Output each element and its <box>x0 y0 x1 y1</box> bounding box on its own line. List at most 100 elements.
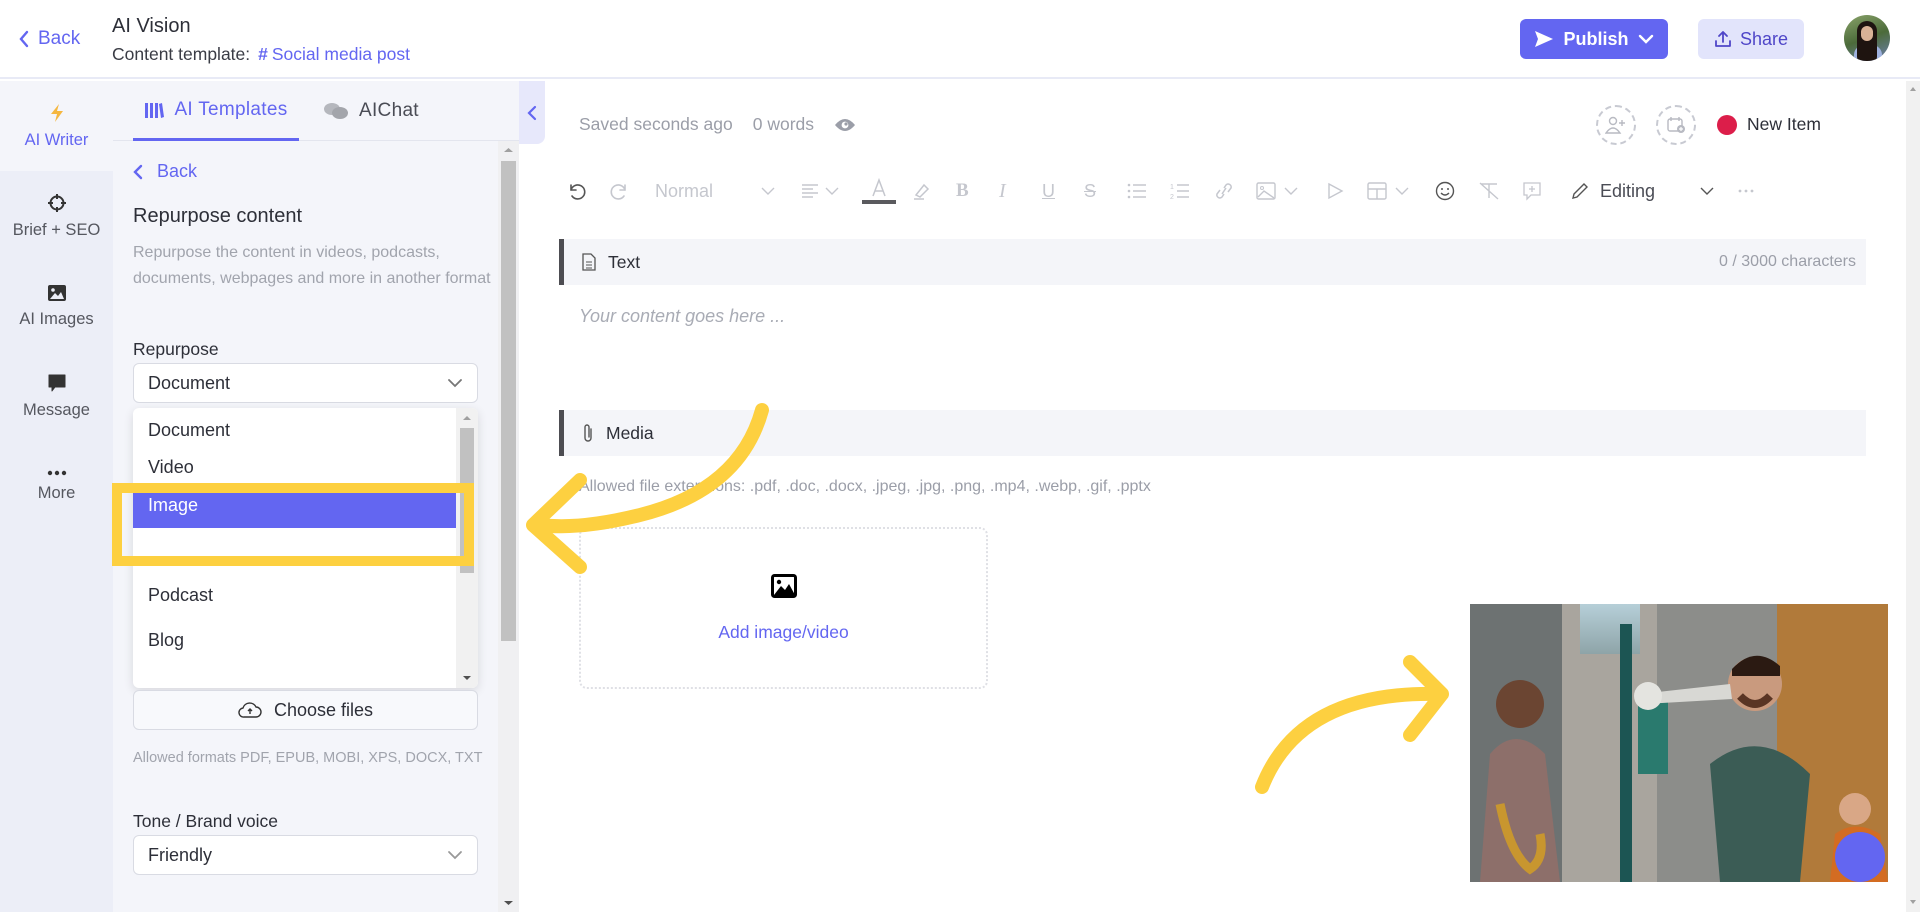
add-comment-button[interactable] <box>1522 176 1542 206</box>
table-icon <box>1367 182 1387 200</box>
text-style-value: Normal <box>655 180 714 201</box>
clear-format-icon <box>1478 182 1500 200</box>
numbered-list-button[interactable]: 12 <box>1170 176 1190 206</box>
dropdown-option-blog[interactable]: Blog <box>133 618 456 663</box>
rail-item-brief-seo[interactable]: Brief + SEO <box>0 171 113 261</box>
media-block-header: Media <box>559 410 1866 456</box>
text-block-header: Text 0 / 3000 characters <box>559 239 1866 285</box>
annotation-highlight-box <box>112 483 474 566</box>
allowed-extensions-note: Allowed file extensions: .pdf, .doc, .do… <box>579 478 1151 495</box>
rail-item-message[interactable]: Message <box>0 351 113 441</box>
schedule-button[interactable] <box>1656 105 1696 145</box>
rail-label: Message <box>23 400 90 419</box>
add-media-label: Add image/video <box>718 621 849 642</box>
insert-image-button[interactable] <box>1256 176 1298 206</box>
user-avatar[interactable] <box>1844 15 1890 61</box>
hash-icon: # <box>258 44 268 64</box>
annotation-arrow-right <box>1255 686 1447 794</box>
rail-item-ai-writer[interactable]: AI Writer <box>0 81 113 171</box>
annotation-arrowhead-right <box>1403 655 1449 742</box>
content-template-link[interactable]: # Social media post <box>258 44 410 65</box>
character-count: 0 / 3000 characters <box>1719 253 1856 270</box>
align-icon <box>801 183 819 199</box>
repurpose-value: Document <box>148 372 231 393</box>
tab-label: AI Templates <box>174 98 288 120</box>
uploaded-image-preview[interactable] <box>1470 604 1888 882</box>
content-template-label: Content template: <box>112 44 251 64</box>
bullet-list-button[interactable] <box>1127 176 1147 206</box>
editing-mode-label: Editing <box>1600 180 1656 201</box>
repurpose-select[interactable]: Document <box>133 363 478 403</box>
play-icon <box>1326 182 1344 200</box>
text-color-button[interactable] <box>862 176 896 206</box>
text-style-select[interactable]: Normal <box>655 176 775 206</box>
numbered-list-icon: 12 <box>1170 182 1190 200</box>
rail-item-ai-images[interactable]: AI Images <box>0 261 113 351</box>
chevron-left-icon <box>18 30 30 48</box>
publish-button[interactable]: Publish <box>1520 19 1668 59</box>
link-button[interactable] <box>1212 176 1236 206</box>
comment-add-icon <box>1522 181 1542 201</box>
redo-icon <box>610 181 630 201</box>
italic-button[interactable]: I <box>999 176 1006 206</box>
insert-video-button[interactable] <box>1326 176 1344 206</box>
align-button[interactable] <box>801 176 839 206</box>
tone-select[interactable]: Friendly <box>133 835 478 875</box>
panel-scrollbar[interactable] <box>498 141 519 912</box>
assign-user-button[interactable] <box>1596 105 1636 145</box>
clear-format-button[interactable] <box>1478 176 1500 206</box>
choose-files-button[interactable]: Choose files <box>133 690 478 730</box>
back-button[interactable]: Back <box>18 28 80 50</box>
more-options-button[interactable] <box>1738 176 1754 206</box>
smiley-icon <box>1435 181 1455 201</box>
highlighter-icon <box>912 181 932 201</box>
status-label: New Item <box>1747 114 1821 134</box>
collapse-panel-button[interactable] <box>519 81 545 144</box>
undo-button[interactable] <box>566 176 586 206</box>
rail-item-more[interactable]: More <box>0 441 113 531</box>
eye-icon[interactable] <box>834 117 856 133</box>
item-status[interactable]: New Item <box>1717 114 1821 135</box>
content-template-name: Social media post <box>271 44 411 64</box>
share-button[interactable]: Share <box>1698 19 1804 59</box>
content-template-info: Content template: # Social media post <box>112 44 410 65</box>
editor-toolbar: Normal B I U S 12 Editing <box>566 176 1766 206</box>
cloud-upload-icon <box>238 701 262 719</box>
dropdown-option-podcast[interactable]: Podcast <box>133 573 456 618</box>
add-media-dropzone[interactable]: Add image/video <box>579 527 988 689</box>
text-block-label: Text <box>608 251 641 272</box>
emoji-button[interactable] <box>1435 176 1455 206</box>
editing-mode-select[interactable]: Editing <box>1570 176 1655 206</box>
panel-back-button[interactable]: Back <box>133 161 197 182</box>
rail-label: AI Writer <box>24 130 89 149</box>
italic-icon: I <box>999 179 1006 202</box>
text-color-icon <box>862 176 896 206</box>
chevron-down-icon <box>1395 187 1409 195</box>
library-icon <box>144 100 165 120</box>
chevron-down-icon <box>1284 187 1298 195</box>
chevron-left-icon <box>527 105 537 121</box>
back-label: Back <box>38 28 81 49</box>
redo-button[interactable] <box>610 176 630 206</box>
upload-icon <box>1714 30 1732 48</box>
repurpose-label: Repurpose <box>133 339 219 359</box>
editing-mode-dropdown[interactable] <box>1700 176 1714 206</box>
insert-table-button[interactable] <box>1367 176 1409 206</box>
more-dots-icon <box>1738 189 1754 193</box>
content-input[interactable]: Your content goes here ... <box>579 306 785 327</box>
strikethrough-button[interactable]: S <box>1084 176 1096 206</box>
highlight-button[interactable] <box>912 176 932 206</box>
page-scrollbar[interactable] <box>1906 81 1920 912</box>
chevron-down-icon <box>1700 187 1714 195</box>
tab-ai-templates[interactable]: AI Templates <box>133 81 299 141</box>
bold-button[interactable]: B <box>956 176 969 206</box>
annotation-arrowhead-left <box>526 473 587 574</box>
chevron-left-icon <box>133 164 143 180</box>
chat-support-button[interactable] <box>1835 832 1885 882</box>
chevron-down-icon <box>447 378 463 388</box>
rail-label: More <box>37 483 76 502</box>
editor-status: Saved seconds ago 0 words <box>579 114 856 135</box>
tab-aichat[interactable]: AIChat <box>323 81 419 141</box>
underline-button[interactable]: U <box>1042 176 1055 206</box>
bold-icon: B <box>956 180 969 201</box>
